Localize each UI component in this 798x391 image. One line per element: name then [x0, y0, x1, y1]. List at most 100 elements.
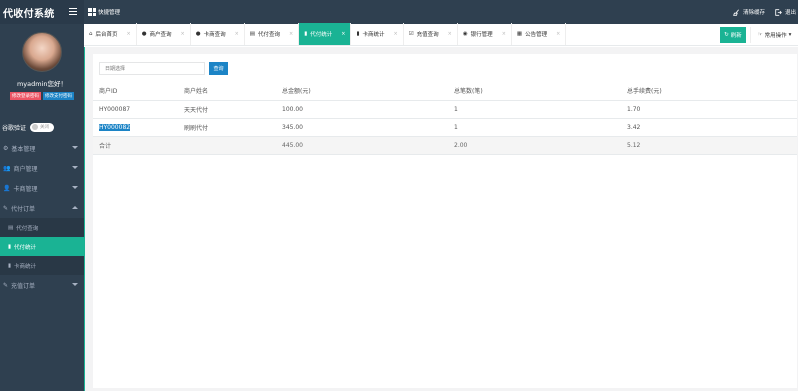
- tab-label: 代付统计: [310, 32, 333, 38]
- tab-payout-query[interactable]: ▤ 代付查询 ×: [245, 23, 300, 45]
- close-icon[interactable]: ×: [341, 31, 345, 37]
- edit-pay-password-button[interactable]: 修改支付密码: [43, 92, 74, 100]
- sidebar-item-label: 代付查询: [16, 225, 39, 232]
- table-cell: [178, 136, 276, 155]
- google-auth-label: 谷歌验证: [2, 124, 27, 132]
- column-header: 总金额(元): [276, 82, 448, 101]
- close-icon[interactable]: ×: [556, 31, 560, 37]
- selected-text: HY000082: [99, 123, 131, 131]
- close-icon[interactable]: ×: [394, 31, 398, 37]
- bar-chart-icon: ▮: [304, 31, 308, 37]
- total-row: 合计 445.00 2.00 5.12: [93, 136, 797, 155]
- sidebar-item-recharge-orders[interactable]: ✎ 充值订单: [0, 275, 84, 295]
- common-ops-dropdown[interactable]: ☞ 常用操作 ▾: [750, 27, 798, 43]
- check-square-icon: ☑: [408, 31, 414, 37]
- query-button[interactable]: 查询: [209, 62, 228, 75]
- tab-home[interactable]: ⌂ 后台首页 ×: [84, 23, 137, 45]
- stats-table: 商户ID 商户姓名 总金额(元) 总笔数(笔) 总手续费(元) HY000087…: [93, 82, 797, 155]
- bar-chart-icon: ▮: [356, 31, 360, 37]
- logout-label: 退出: [784, 10, 796, 16]
- sidebar-item-label: 代付统计: [14, 244, 37, 251]
- gear-icon: ⚙: [3, 144, 9, 152]
- tab-merchant-query[interactable]: ● 商户查询 ×: [137, 23, 191, 45]
- clear-cache-button[interactable]: 清除缓存: [733, 8, 765, 16]
- table-cell: 3.42: [621, 118, 797, 137]
- table-cell: 1: [448, 118, 621, 137]
- sidebar-item-label: 代付订单: [11, 205, 36, 213]
- sidebar-item-payout-orders[interactable]: ✎ 代付订单: [0, 198, 84, 218]
- toggle-state: 关闭: [40, 125, 50, 130]
- quick-manage-label: 快捷管理: [98, 10, 121, 16]
- sidebar-item-label: 商户管理: [13, 165, 38, 173]
- tab-label: 卡商查询: [203, 32, 226, 38]
- bar-chart-icon: ▮: [8, 262, 12, 269]
- table-cell: 2.00: [448, 136, 621, 155]
- common-ops-label: 常用操作: [764, 33, 787, 39]
- tab-label: 公告管理: [525, 32, 548, 38]
- table-row: HY000087 天天代付 100.00 1 1.70: [93, 100, 797, 119]
- table-cell: 刷刷代付: [178, 118, 276, 137]
- sidebar-item-label: 基本管理: [11, 145, 36, 153]
- calendar-icon: ▦: [516, 31, 523, 37]
- quick-manage-button[interactable]: 快捷管理: [88, 5, 120, 19]
- sidebar-item-merchant[interactable]: 👥 商户管理: [0, 158, 84, 178]
- caret-down-icon: [72, 186, 78, 189]
- clear-cache-label: 清除缓存: [742, 10, 765, 16]
- logout-button[interactable]: 退出: [775, 8, 796, 16]
- column-header: 商户姓名: [178, 82, 276, 101]
- google-auth-row: 谷歌验证 关闭: [0, 120, 84, 134]
- refresh-button[interactable]: ↻ 刷新: [720, 27, 746, 43]
- table-cell: 445.00: [276, 136, 448, 155]
- close-icon[interactable]: ×: [181, 31, 185, 37]
- toggle-knob: [32, 124, 39, 130]
- profile-section: myadmin您好！ 修改登录密码 修改支付密码: [0, 24, 84, 120]
- close-icon[interactable]: ×: [235, 31, 239, 37]
- refresh-label: 刷新: [730, 33, 742, 39]
- sidebar: myadmin您好！ 修改登录密码 修改支付密码 谷歌验证 关闭 ⚙ 基本管理 …: [0, 24, 84, 391]
- close-icon[interactable]: ×: [289, 31, 293, 37]
- table-cell: HY000087: [93, 100, 178, 119]
- tab-payout-stats[interactable]: ▮ 代付统计 ×: [299, 23, 352, 45]
- tab-label: 商户查询: [149, 32, 172, 38]
- google-auth-toggle[interactable]: 关闭: [30, 122, 55, 132]
- menu-toggle-icon[interactable]: [69, 8, 77, 15]
- refresh-icon: ↻: [724, 32, 729, 38]
- user-icon: ●: [195, 31, 201, 37]
- table-cell: 100.00: [276, 100, 448, 119]
- tab-bank-manage[interactable]: ◉ 银行管理 ×: [458, 23, 512, 45]
- sidebar-item-card[interactable]: 👤 卡商管理: [0, 178, 84, 198]
- logout-icon: [775, 8, 782, 16]
- bar-chart-icon: ▮: [8, 243, 12, 250]
- sidebar-item-basic[interactable]: ⚙ 基本管理: [0, 138, 84, 158]
- payout-submenu: ▤ 代付查询 ▮ 代付统计 ▮ 卡商统计: [0, 218, 84, 275]
- column-header: 商户ID: [93, 82, 178, 101]
- sidebar-item-label: 卡商管理: [13, 185, 38, 193]
- users-icon: 👥: [3, 164, 11, 172]
- close-icon[interactable]: ×: [502, 31, 506, 37]
- table-cell: 5.12: [621, 136, 797, 155]
- close-icon[interactable]: ×: [127, 31, 131, 37]
- welcome-text: myadmin您好！: [16, 80, 68, 88]
- edit-icon: ✎: [3, 281, 9, 289]
- sidebar-item-card-stats[interactable]: ▮ 卡商统计: [0, 256, 84, 275]
- edit-login-password-button[interactable]: 修改登录密码: [10, 92, 41, 100]
- table-cell: 合计: [93, 136, 178, 155]
- avatar: [22, 32, 62, 72]
- home-icon: ⌂: [89, 31, 93, 37]
- app-title: 代收付系统: [3, 8, 55, 20]
- tab-label: 银行管理: [470, 32, 493, 38]
- table-cell: HY000082: [93, 118, 178, 137]
- sidebar-item-label: 充值订单: [11, 282, 36, 290]
- tab-card-stats[interactable]: ▮ 卡商统计 ×: [351, 23, 404, 45]
- hand-icon: ☞: [757, 32, 763, 38]
- close-icon[interactable]: ×: [448, 31, 452, 37]
- document-icon: ▤: [8, 224, 14, 231]
- date-picker-input[interactable]: [99, 62, 205, 75]
- sidebar-item-payout-stats[interactable]: ▮ 代付统计: [0, 237, 84, 256]
- main-content: 查询 商户ID 商户姓名 总金额(元) 总笔数(笔) 总手续费(元) HY000…: [84, 47, 798, 391]
- tab-card-query[interactable]: ● 卡商查询 ×: [191, 23, 245, 45]
- tab-recharge-query[interactable]: ☑ 充值查询 ×: [404, 23, 458, 45]
- search-bar: 查询: [99, 62, 228, 75]
- tab-notice-manage[interactable]: ▦ 公告管理 ×: [512, 23, 567, 45]
- sidebar-item-payout-query[interactable]: ▤ 代付查询: [0, 218, 84, 237]
